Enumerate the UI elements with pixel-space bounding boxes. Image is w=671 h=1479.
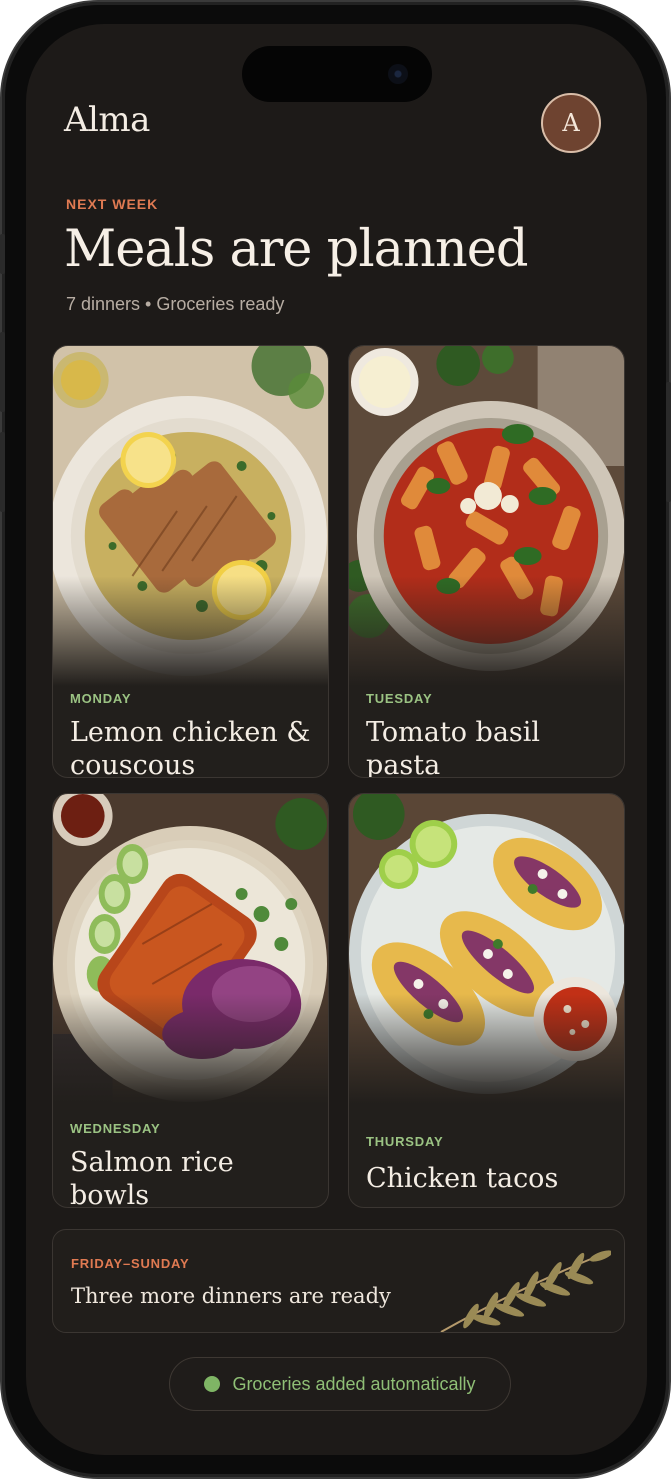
volume-down-button [0, 432, 5, 512]
app-title: Alma [64, 100, 150, 140]
volume-up-button [0, 332, 5, 412]
photo-fade [53, 994, 328, 1104]
plan-summary: 7 dinners • Groceries ready [66, 294, 285, 314]
photo-fade [349, 576, 624, 686]
action-button [0, 234, 5, 274]
meal-card-wednesday[interactable]: WEDNESDAY Salmon rice bowls [52, 793, 329, 1208]
meal-dish-name: Chicken tacos [366, 1163, 559, 1194]
meal-day-label: MONDAY [70, 691, 132, 706]
meal-dish-name: Tomato basil pasta [366, 717, 541, 778]
phone-frame: Alma A NEXT WEEK Meals are planned 7 din… [0, 2, 671, 1477]
meal-day-label: THURSDAY [366, 1134, 444, 1149]
camera-icon [388, 64, 408, 84]
page-title: Meals are planned [64, 220, 529, 279]
status-dot-icon [204, 1376, 221, 1392]
groceries-status-pill[interactable]: Groceries added automatically [169, 1357, 511, 1411]
dynamic-island [242, 46, 432, 102]
power-button [666, 382, 671, 502]
groceries-status-text: Groceries added automatically [232, 1373, 476, 1394]
avatar[interactable]: A [541, 93, 601, 153]
weekend-label: FRIDAY–SUNDAY [71, 1256, 190, 1271]
meal-card-thursday[interactable]: THURSDAY Chicken tacos [348, 793, 625, 1208]
photo-fade [349, 994, 624, 1104]
meal-day-label: TUESDAY [366, 691, 433, 706]
screen: Alma A NEXT WEEK Meals are planned 7 din… [26, 24, 647, 1455]
meal-card-monday[interactable]: MONDAY Lemon chicken & couscous [52, 345, 329, 778]
plan-eyebrow: NEXT WEEK [66, 196, 159, 212]
meal-dish-name: Lemon chicken & couscous [70, 717, 311, 778]
meal-card-tuesday[interactable]: TUESDAY Tomato basil pasta [348, 345, 625, 778]
photo-fade [53, 576, 328, 686]
olive-branch-icon [440, 1250, 611, 1332]
weekend-card[interactable]: FRIDAY–SUNDAY Three more dinners are rea… [52, 1229, 625, 1333]
meal-dish-name: Salmon rice bowls [70, 1147, 234, 1208]
weekend-text: Three more dinners are ready [71, 1284, 391, 1308]
meal-day-label: WEDNESDAY [70, 1121, 161, 1136]
